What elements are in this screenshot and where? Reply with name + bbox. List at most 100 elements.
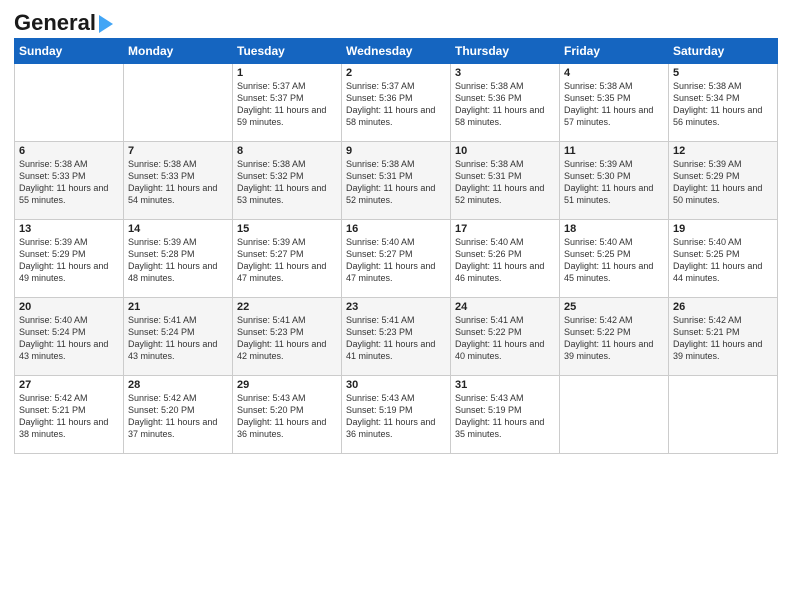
cell-info: Sunrise: 5:38 AMSunset: 5:33 PMDaylight:…	[128, 159, 217, 205]
cell-info: Sunrise: 5:43 AMSunset: 5:20 PMDaylight:…	[237, 393, 326, 439]
week-row-2: 6 Sunrise: 5:38 AMSunset: 5:33 PMDaylight…	[15, 142, 778, 220]
calendar-cell: 31Sunrise: 5:43 AMSunset: 5:19 PMDayligh…	[451, 376, 560, 454]
calendar-cell: 19 Sunrise: 5:40 AMSunset: 5:25 PMDayligh…	[669, 220, 778, 298]
calendar-cell: 30 Sunrise: 5:43 AMSunset: 5:19 PMDayligh…	[342, 376, 451, 454]
day-number: 3	[455, 67, 555, 79]
day-number: 25	[564, 301, 664, 313]
calendar-cell: 8 Sunrise: 5:38 AMSunset: 5:32 PMDaylight…	[233, 142, 342, 220]
calendar-cell: 2 Sunrise: 5:37 AMSunset: 5:36 PMDaylight…	[342, 64, 451, 142]
calendar-cell: 13 Sunrise: 5:39 AMSunset: 5:29 PMDayligh…	[15, 220, 124, 298]
main-container: General SundayMondayTuesdayWednesdayThur…	[0, 0, 792, 464]
calendar-cell: 10 Sunrise: 5:38 AMSunset: 5:31 PMDayligh…	[451, 142, 560, 220]
cell-info: Sunrise: 5:40 AMSunset: 5:27 PMDaylight:…	[346, 237, 435, 283]
calendar-cell	[669, 376, 778, 454]
cell-info: Sunrise: 5:38 AMSunset: 5:31 PMDaylight:…	[455, 159, 544, 205]
cell-info: Sunrise: 5:41 AMSunset: 5:24 PMDaylight:…	[128, 315, 217, 361]
calendar-cell: 21 Sunrise: 5:41 AMSunset: 5:24 PMDayligh…	[124, 298, 233, 376]
day-number: 30	[346, 379, 446, 391]
day-number: 9	[346, 145, 446, 157]
calendar-cell: 22Sunrise: 5:41 AMSunset: 5:23 PMDayligh…	[233, 298, 342, 376]
day-number: 24	[455, 301, 555, 313]
day-number: 11	[564, 145, 664, 157]
day-number: 7	[128, 145, 228, 157]
week-row-4: 20 Sunrise: 5:40 AMSunset: 5:24 PMDayligh…	[15, 298, 778, 376]
day-number: 14	[128, 223, 228, 235]
calendar-cell: 17 Sunrise: 5:40 AMSunset: 5:26 PMDayligh…	[451, 220, 560, 298]
day-number: 5	[673, 67, 773, 79]
calendar-cell: 24Sunrise: 5:41 AMSunset: 5:22 PMDayligh…	[451, 298, 560, 376]
day-number: 16	[346, 223, 446, 235]
day-number: 21	[128, 301, 228, 313]
calendar-cell: 27 Sunrise: 5:42 AMSunset: 5:21 PMDayligh…	[15, 376, 124, 454]
cell-info: Sunrise: 5:38 AMSunset: 5:33 PMDaylight:…	[19, 159, 108, 205]
calendar-cell: 14 Sunrise: 5:39 AMSunset: 5:28 PMDayligh…	[124, 220, 233, 298]
day-number: 19	[673, 223, 773, 235]
week-row-3: 13 Sunrise: 5:39 AMSunset: 5:29 PMDayligh…	[15, 220, 778, 298]
cell-info: Sunrise: 5:39 AMSunset: 5:30 PMDaylight:…	[564, 159, 653, 205]
day-number: 10	[455, 145, 555, 157]
week-row-1: 1 Sunrise: 5:37 AMSunset: 5:37 PMDaylight…	[15, 64, 778, 142]
cell-info: Sunrise: 5:40 AMSunset: 5:24 PMDaylight:…	[19, 315, 108, 361]
cell-info: Sunrise: 5:40 AMSunset: 5:25 PMDaylight:…	[564, 237, 653, 283]
calendar-cell: 26 Sunrise: 5:42 AMSunset: 5:21 PMDayligh…	[669, 298, 778, 376]
day-number: 26	[673, 301, 773, 313]
cell-info: Sunrise: 5:38 AMSunset: 5:31 PMDaylight:…	[346, 159, 435, 205]
day-number: 15	[237, 223, 337, 235]
calendar-cell: 3 Sunrise: 5:38 AMSunset: 5:36 PMDaylight…	[451, 64, 560, 142]
day-number: 1	[237, 67, 337, 79]
day-number: 18	[564, 223, 664, 235]
calendar-cell: 29 Sunrise: 5:43 AMSunset: 5:20 PMDayligh…	[233, 376, 342, 454]
calendar-cell: 9 Sunrise: 5:38 AMSunset: 5:31 PMDaylight…	[342, 142, 451, 220]
day-number: 2	[346, 67, 446, 79]
cell-info: Sunrise: 5:40 AMSunset: 5:26 PMDaylight:…	[455, 237, 544, 283]
day-number: 6	[19, 145, 119, 157]
day-number: 28	[128, 379, 228, 391]
col-header-monday: Monday	[124, 39, 233, 64]
header-row: SundayMondayTuesdayWednesdayThursdayFrid…	[15, 39, 778, 64]
calendar-cell: 11 Sunrise: 5:39 AMSunset: 5:30 PMDayligh…	[560, 142, 669, 220]
calendar-cell: 1 Sunrise: 5:37 AMSunset: 5:37 PMDaylight…	[233, 64, 342, 142]
cell-info: Sunrise: 5:40 AMSunset: 5:25 PMDaylight:…	[673, 237, 762, 283]
calendar-cell: 6 Sunrise: 5:38 AMSunset: 5:33 PMDaylight…	[15, 142, 124, 220]
cell-info: Sunrise: 5:42 AMSunset: 5:20 PMDaylight:…	[128, 393, 217, 439]
col-header-wednesday: Wednesday	[342, 39, 451, 64]
col-header-saturday: Saturday	[669, 39, 778, 64]
day-number: 23	[346, 301, 446, 313]
cell-info: Sunrise: 5:39 AMSunset: 5:29 PMDaylight:…	[19, 237, 108, 283]
col-header-tuesday: Tuesday	[233, 39, 342, 64]
day-number: 12	[673, 145, 773, 157]
cell-info: Sunrise: 5:42 AMSunset: 5:21 PMDaylight:…	[673, 315, 762, 361]
col-header-sunday: Sunday	[15, 39, 124, 64]
cell-info: Sunrise: 5:37 AMSunset: 5:37 PMDaylight:…	[237, 81, 326, 127]
cell-info: Sunrise: 5:39 AMSunset: 5:28 PMDaylight:…	[128, 237, 217, 283]
week-row-5: 27 Sunrise: 5:42 AMSunset: 5:21 PMDayligh…	[15, 376, 778, 454]
cell-info: Sunrise: 5:41 AMSunset: 5:23 PMDaylight:…	[346, 315, 435, 361]
logo-arrow-icon	[99, 15, 113, 33]
cell-info: Sunrise: 5:42 AMSunset: 5:21 PMDaylight:…	[19, 393, 108, 439]
calendar-cell: 4Sunrise: 5:38 AMSunset: 5:35 PMDaylight…	[560, 64, 669, 142]
cell-info: Sunrise: 5:37 AMSunset: 5:36 PMDaylight:…	[346, 81, 435, 127]
cell-info: Sunrise: 5:38 AMSunset: 5:34 PMDaylight:…	[673, 81, 762, 127]
cell-info: Sunrise: 5:42 AMSunset: 5:22 PMDaylight:…	[564, 315, 653, 361]
day-number: 20	[19, 301, 119, 313]
day-number: 29	[237, 379, 337, 391]
cell-info: Sunrise: 5:43 AMSunset: 5:19 PMDaylight:…	[455, 393, 544, 439]
cell-info: Sunrise: 5:38 AMSunset: 5:32 PMDaylight:…	[237, 159, 326, 205]
logo: General	[14, 10, 113, 32]
day-number: 4	[564, 67, 664, 79]
calendar-cell: 25 Sunrise: 5:42 AMSunset: 5:22 PMDayligh…	[560, 298, 669, 376]
day-number: 17	[455, 223, 555, 235]
cell-info: Sunrise: 5:38 AMSunset: 5:36 PMDaylight:…	[455, 81, 544, 127]
cell-info: Sunrise: 5:43 AMSunset: 5:19 PMDaylight:…	[346, 393, 435, 439]
col-header-thursday: Thursday	[451, 39, 560, 64]
day-number: 22	[237, 301, 337, 313]
calendar-cell: 23 Sunrise: 5:41 AMSunset: 5:23 PMDayligh…	[342, 298, 451, 376]
cell-info: Sunrise: 5:39 AMSunset: 5:29 PMDaylight:…	[673, 159, 762, 205]
calendar-cell: 7 Sunrise: 5:38 AMSunset: 5:33 PMDaylight…	[124, 142, 233, 220]
day-number: 8	[237, 145, 337, 157]
calendar-cell: 15Sunrise: 5:39 AMSunset: 5:27 PMDayligh…	[233, 220, 342, 298]
day-number: 27	[19, 379, 119, 391]
day-number: 13	[19, 223, 119, 235]
calendar-table: SundayMondayTuesdayWednesdayThursdayFrid…	[14, 38, 778, 454]
calendar-cell: 28 Sunrise: 5:42 AMSunset: 5:20 PMDayligh…	[124, 376, 233, 454]
